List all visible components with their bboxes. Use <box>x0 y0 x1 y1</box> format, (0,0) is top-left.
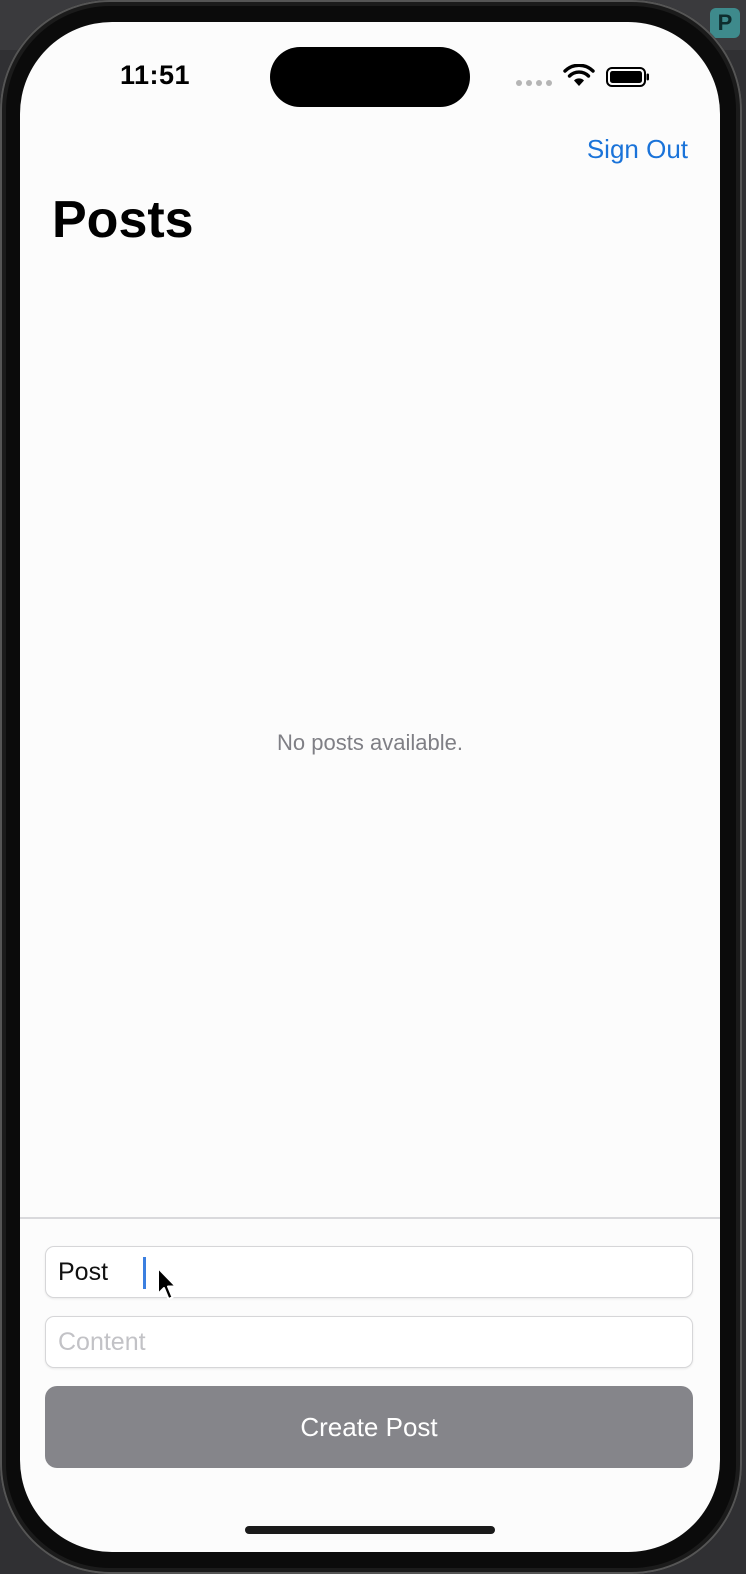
page-title: Posts <box>52 191 194 249</box>
content-field[interactable] <box>45 1316 693 1368</box>
wifi-icon <box>563 64 595 86</box>
mouse-pointer-icon <box>157 1267 177 1300</box>
title-field[interactable] <box>45 1246 693 1298</box>
content-input[interactable] <box>46 1317 692 1367</box>
status-time: 11:51 <box>120 60 191 90</box>
dynamic-island <box>270 47 470 107</box>
home-indicator[interactable] <box>245 1526 495 1534</box>
battery-icon <box>606 67 649 87</box>
cellular-signal-icon <box>516 80 552 86</box>
app-screen: 11:51 Sign Out Posts No posts available. <box>20 22 720 1552</box>
phone-frame: 11:51 Sign Out Posts No posts available. <box>0 0 742 1574</box>
text-caret <box>143 1257 146 1289</box>
post-composer: Create Post <box>20 1217 720 1552</box>
sign-out-button[interactable]: Sign Out <box>587 134 688 165</box>
empty-state-message: No posts available. <box>277 730 463 755</box>
create-post-button[interactable]: Create Post <box>45 1386 693 1468</box>
background-app-badge: P <box>710 8 740 38</box>
